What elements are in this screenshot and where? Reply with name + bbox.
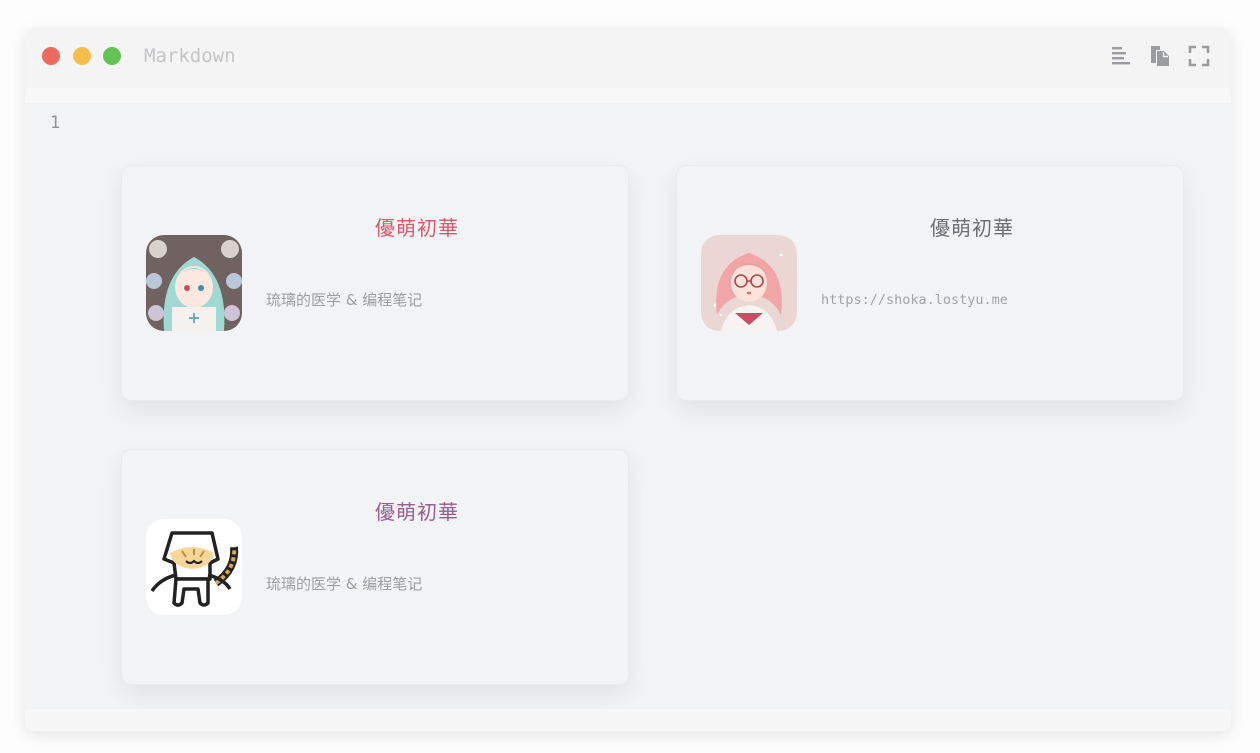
link-card[interactable]: 優萌初華 https://shoka.lostyu.me — [676, 165, 1184, 401]
editor-content[interactable]: 1 優萌初華 琉璃的医学 & 编程笔记 優萌初華 https://shoka.l… — [25, 103, 1231, 709]
copy-icon[interactable] — [1148, 44, 1172, 68]
card-title: 優萌初華 — [930, 216, 1014, 240]
card-title: 優萌初華 — [375, 216, 459, 240]
title-bar: Markdown — [25, 28, 1231, 88]
card-title: 優萌初華 — [375, 500, 459, 524]
card-description: https://shoka.lostyu.me — [821, 292, 1008, 308]
fullscreen-icon[interactable] — [1187, 44, 1211, 68]
cat-in-box-avatar — [146, 519, 242, 615]
link-card[interactable]: 優萌初華 琉璃的医学 & 编程笔记 — [121, 165, 629, 401]
close-window-button[interactable] — [42, 47, 60, 65]
maximize-window-button[interactable] — [103, 47, 121, 65]
minimize-window-button[interactable] — [73, 47, 91, 65]
link-card[interactable]: 優萌初華 琉璃的医学 & 编程笔记 — [121, 449, 629, 685]
align-left-icon[interactable] — [1109, 44, 1133, 68]
markdown-window: Markdown 1 優萌初華 琉璃的医学 & 编程笔记 優萌初華 https:… — [25, 28, 1231, 731]
status-bar — [25, 709, 1231, 731]
card-description: 琉璃的医学 & 编程笔记 — [266, 575, 423, 593]
anime-girl-pink-hair-glasses-avatar — [701, 235, 797, 331]
line-number: 1 — [50, 113, 61, 133]
anime-girl-teal-hair-avatar — [146, 235, 242, 331]
toolbar-divider — [25, 88, 1231, 103]
window-title: Markdown — [144, 45, 236, 67]
card-description: 琉璃的医学 & 编程笔记 — [266, 291, 423, 309]
